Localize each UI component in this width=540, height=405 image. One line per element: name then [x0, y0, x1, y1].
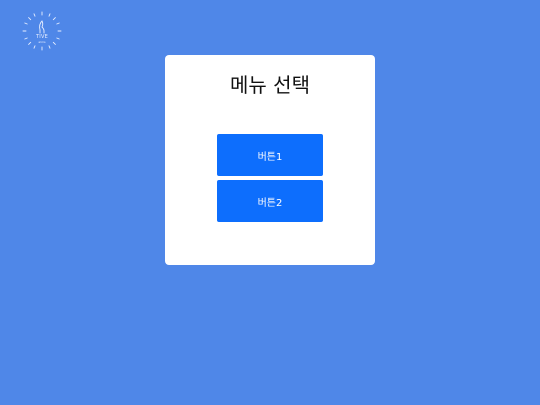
- button-1[interactable]: 버튼1: [217, 134, 323, 176]
- button-2[interactable]: 버튼2: [217, 180, 323, 222]
- clock-lion-logo-icon: [22, 11, 62, 51]
- logo: TIVE alms: [21, 10, 63, 52]
- page: TIVE alms 메뉴 선택 버튼1 버튼2: [0, 0, 540, 405]
- card-title: 메뉴 선택: [230, 73, 310, 97]
- logo-subtext: alms: [38, 40, 46, 44]
- menu-card: 메뉴 선택 버튼1 버튼2: [165, 55, 375, 265]
